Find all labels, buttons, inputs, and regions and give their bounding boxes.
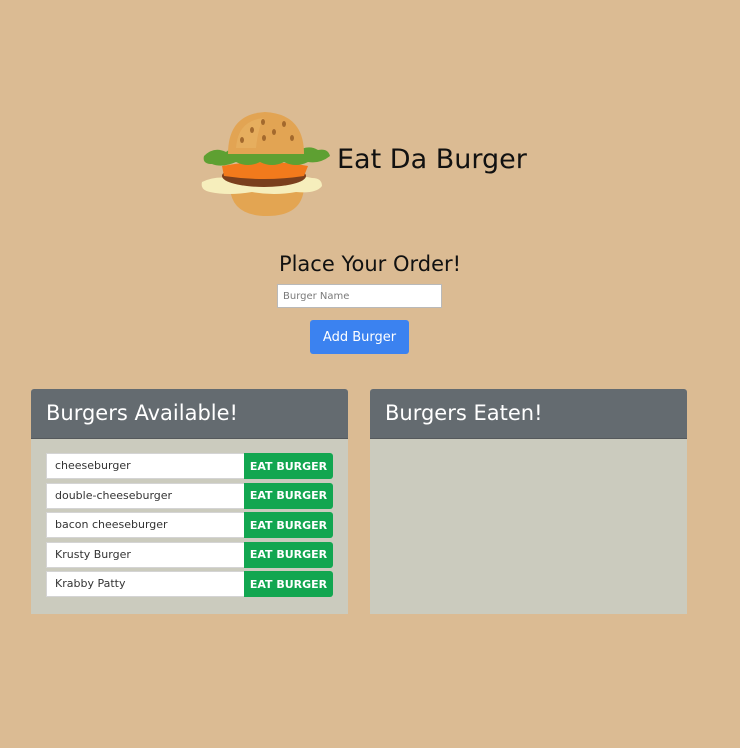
- burger-name: cheeseburger: [46, 453, 244, 479]
- eat-burger-button[interactable]: EAT BURGER: [244, 571, 333, 598]
- list-item: Krusty Burger EAT BURGER: [46, 541, 334, 568]
- list-item: bacon cheeseburger EAT BURGER: [46, 512, 334, 539]
- burger-name: Krabby Patty: [46, 571, 244, 598]
- list-item: cheeseburger EAT BURGER: [46, 453, 334, 479]
- eat-burger-button[interactable]: EAT BURGER: [244, 453, 333, 479]
- list-item: double-cheeseburger EAT BURGER: [46, 482, 334, 509]
- burgers-available-panel: Burgers Available! cheeseburger EAT BURG…: [31, 389, 348, 614]
- add-burger-button[interactable]: Add Burger: [310, 320, 409, 354]
- burger-name: double-cheeseburger: [46, 482, 244, 509]
- burger-name-input[interactable]: [277, 284, 442, 308]
- order-heading: Place Your Order!: [278, 252, 462, 276]
- burgers-available-title: Burgers Available!: [31, 389, 348, 439]
- burger-icon: [201, 112, 330, 216]
- burgers-eaten-panel: Burgers Eaten!: [370, 389, 687, 614]
- list-item: Krabby Patty EAT BURGER: [46, 571, 334, 598]
- burgers-eaten-list: [370, 439, 687, 453]
- burger-name: bacon cheeseburger: [46, 512, 244, 539]
- eat-burger-button[interactable]: EAT BURGER: [244, 512, 333, 539]
- app-title: Eat Da Burger: [337, 144, 527, 175]
- app-header: Eat Da Burger: [200, 108, 540, 220]
- eat-burger-button[interactable]: EAT BURGER: [244, 482, 333, 509]
- burgers-eaten-title: Burgers Eaten!: [370, 389, 687, 439]
- eat-burger-button[interactable]: EAT BURGER: [244, 541, 333, 568]
- burger-name: Krusty Burger: [46, 541, 244, 568]
- burgers-available-list: cheeseburger EAT BURGER double-cheesebur…: [31, 439, 348, 598]
